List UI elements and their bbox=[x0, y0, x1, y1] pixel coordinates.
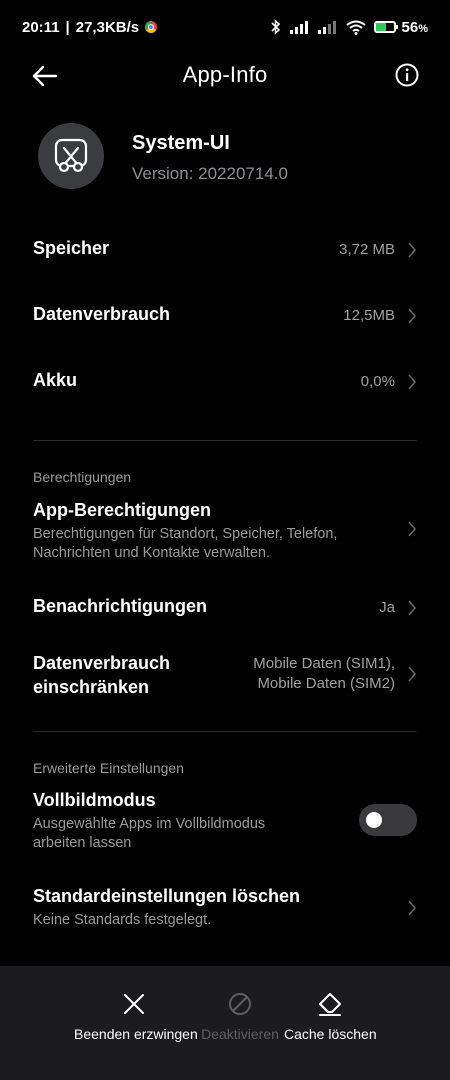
close-icon bbox=[124, 994, 144, 1014]
app-header: System-UI Version: 20220714.0 bbox=[38, 120, 420, 200]
chevron-right-icon bbox=[408, 521, 417, 537]
notifications-row[interactable]: Benachrichtigungen Ja bbox=[33, 596, 417, 622]
battery-percent: 56% bbox=[401, 18, 428, 36]
system-ui-icon bbox=[38, 123, 104, 189]
fullscreen-row[interactable]: Vollbildmodus Ausgewählte Apps im Vollbi… bbox=[33, 790, 417, 856]
status-time: 20:11 bbox=[22, 18, 60, 36]
divider bbox=[33, 731, 417, 732]
chrome-icon bbox=[145, 21, 158, 33]
app-permissions-subtitle: Berechtigungen für Standort, Speicher, T… bbox=[33, 526, 338, 561]
force-stop-label: Beenden erzwingen bbox=[74, 1026, 198, 1042]
eraser-icon bbox=[319, 993, 341, 1016]
network-speed: 27,3KB/s bbox=[75, 18, 140, 36]
divider bbox=[33, 440, 417, 441]
disable-button[interactable]: Deaktivieren bbox=[200, 990, 280, 1044]
chevron-right-icon bbox=[408, 900, 417, 916]
fullscreen-title: Vollbildmodus bbox=[33, 790, 156, 810]
data-usage-value: 12,5MB bbox=[343, 307, 395, 324]
status-bar-right: 56% bbox=[270, 19, 428, 36]
clear-defaults-subtitle: Keine Standards festgelegt. bbox=[33, 912, 212, 928]
section-label-advanced: Erweiterte Einstellungen bbox=[33, 760, 184, 776]
storage-row[interactable]: Speicher 3,72 MB bbox=[33, 238, 417, 264]
notifications-value: Ja bbox=[379, 599, 395, 616]
clear-cache-button[interactable]: Cache löschen bbox=[284, 990, 377, 1044]
signal-icon bbox=[317, 21, 336, 34]
app-permissions-row[interactable]: App-Berechtigungen Berechtigungen für St… bbox=[33, 500, 417, 566]
restrict-data-row[interactable]: Datenverbrauch einschränken Mobile Daten… bbox=[33, 651, 417, 701]
app-bar: App-Info bbox=[0, 54, 450, 98]
chevron-right-icon bbox=[408, 242, 417, 258]
battery-title: Akku bbox=[33, 370, 78, 390]
app-version: Version: 20220714.0 bbox=[132, 164, 288, 183]
status-bar: 20:11 | 27,3KB/s 56% bbox=[0, 0, 450, 54]
chevron-right-icon bbox=[408, 600, 417, 616]
wifi-icon bbox=[345, 20, 366, 35]
clear-cache-label: Cache löschen bbox=[284, 1026, 377, 1042]
toggle-knob bbox=[366, 812, 382, 828]
data-usage-row[interactable]: Datenverbrauch 12,5MB bbox=[33, 304, 417, 330]
info-icon[interactable] bbox=[394, 62, 420, 88]
status-bar-left: 20:11 | 27,3KB/s bbox=[22, 18, 158, 36]
app-name: System-UI bbox=[132, 132, 230, 154]
fullscreen-toggle[interactable] bbox=[359, 804, 417, 836]
signal-icon bbox=[289, 21, 308, 34]
app-permissions-title: App-Berechtigungen bbox=[33, 500, 211, 520]
force-stop-button[interactable]: Beenden erzwingen bbox=[74, 990, 198, 1044]
battery-value: 0,0% bbox=[360, 373, 395, 390]
clear-defaults-row[interactable]: Standardeinstellungen löschen Keine Stan… bbox=[33, 886, 417, 934]
chevron-right-icon bbox=[408, 666, 417, 682]
notifications-title: Benachrichtigungen bbox=[33, 596, 208, 616]
battery-charging-icon bbox=[373, 21, 398, 33]
bluetooth-icon bbox=[270, 19, 280, 35]
chevron-right-icon bbox=[408, 308, 417, 324]
page-title: App-Info bbox=[182, 62, 268, 87]
restrict-data-value: Mobile Daten (SIM1), Mobile Daten (SIM2) bbox=[253, 655, 395, 692]
disable-icon bbox=[229, 993, 251, 1015]
bottom-action-bar: Beenden erzwingen Deaktivieren Cache lös… bbox=[0, 966, 450, 1080]
battery-row[interactable]: Akku 0,0% bbox=[33, 370, 417, 396]
clear-defaults-title: Standardeinstellungen löschen bbox=[33, 886, 301, 906]
disable-label: Deaktivieren bbox=[201, 1026, 279, 1042]
section-label-permissions: Berechtigungen bbox=[33, 469, 132, 485]
storage-value: 3,72 MB bbox=[339, 241, 395, 258]
status-separator: | bbox=[65, 18, 70, 36]
chevron-right-icon bbox=[408, 374, 417, 390]
